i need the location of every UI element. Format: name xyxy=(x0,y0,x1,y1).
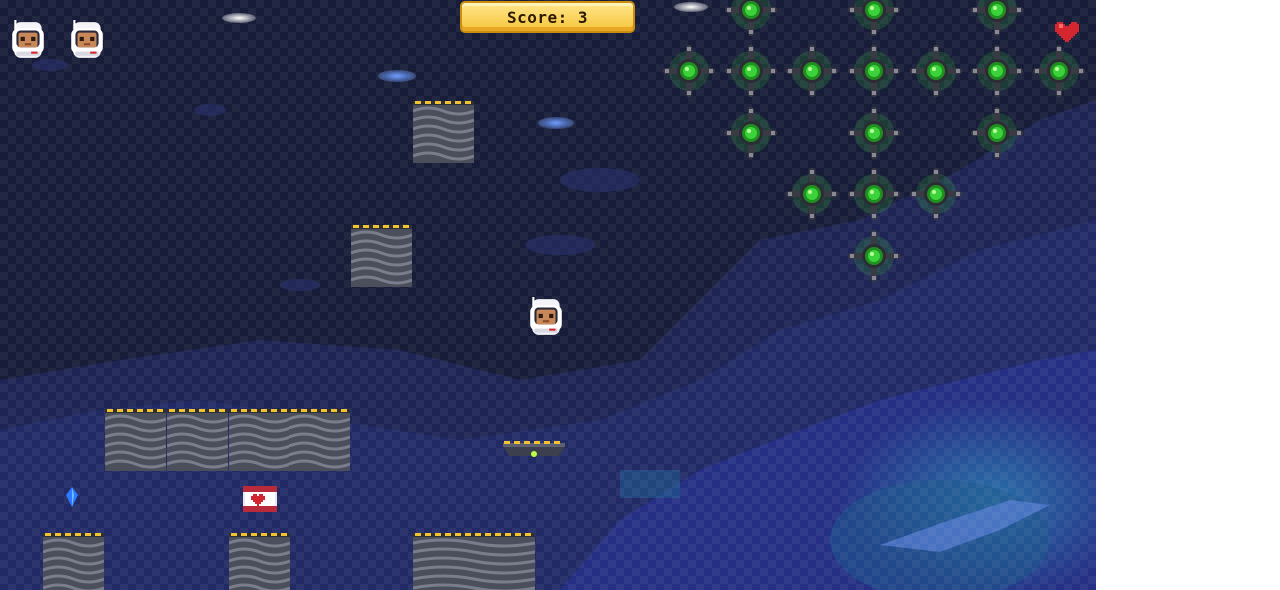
space-mine-icon xyxy=(846,0,902,38)
hazard-block xyxy=(228,409,291,475)
blue-crystal-icon[interactable] xyxy=(66,487,78,507)
hazard-block xyxy=(412,101,475,167)
hazard-block xyxy=(104,409,167,475)
hazard-block xyxy=(412,533,536,590)
space-mine-icon xyxy=(908,43,964,99)
hazard-block xyxy=(288,409,351,475)
space-mine-icon xyxy=(784,43,840,99)
astronaut-icon xyxy=(526,297,566,341)
space-mine-icon xyxy=(846,228,902,284)
star-glint xyxy=(222,13,256,23)
score-banner: Score 3 xyxy=(460,1,635,33)
star-glint xyxy=(378,70,416,82)
score-value: 3 xyxy=(577,7,589,27)
score-label: Score xyxy=(506,7,558,27)
space-mine-icon xyxy=(723,43,779,99)
hover-platform-icon xyxy=(503,441,565,457)
space-mine-icon xyxy=(908,166,964,222)
space-mine-icon xyxy=(846,105,902,161)
life-astronaut-icon xyxy=(67,20,107,64)
hazard-block xyxy=(350,225,413,291)
space-mine-icon xyxy=(969,105,1025,161)
hazard-block xyxy=(42,533,105,590)
star-glint xyxy=(674,2,708,12)
hazard-block xyxy=(228,533,291,590)
space-mine-icon xyxy=(784,166,840,222)
space-mine-icon xyxy=(723,0,779,38)
space-mine-icon xyxy=(846,43,902,99)
heart-chest-icon[interactable] xyxy=(243,486,277,512)
space-mine-icon xyxy=(1031,43,1087,99)
space-mine-icon xyxy=(661,43,717,99)
space-mine-icon xyxy=(846,166,902,222)
score-separator xyxy=(558,8,578,27)
space-mine-icon xyxy=(969,43,1025,99)
space-mine-icon xyxy=(969,0,1025,38)
hazard-block xyxy=(166,409,229,475)
game-canvas[interactable]: Score 3 xyxy=(0,0,1096,590)
space-mine-icon xyxy=(723,105,779,161)
star-glint xyxy=(538,117,574,129)
life-astronaut-icon xyxy=(8,20,48,64)
